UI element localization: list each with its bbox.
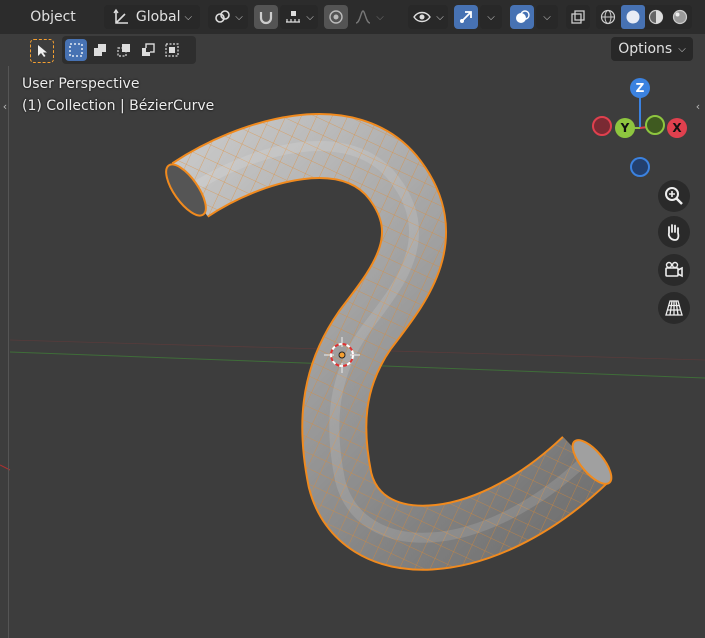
- chevron-down-icon: ⌵: [184, 11, 193, 23]
- eye-icon: [413, 11, 432, 23]
- proportional-editing-icon: [329, 10, 343, 24]
- gizmo-neg-y-axis[interactable]: [645, 115, 665, 135]
- object-mode-label: Object: [30, 9, 76, 25]
- pivot-point-icon: [215, 10, 231, 23]
- overlays-icon: [516, 10, 530, 23]
- select-subtract-button[interactable]: [113, 39, 135, 61]
- material-shading-icon: [648, 9, 664, 25]
- toolbar-region-edge: [8, 66, 9, 638]
- xray-icon: [571, 10, 585, 24]
- proportional-editing-toggle[interactable]: [324, 5, 348, 29]
- xray-toggle[interactable]: [566, 5, 590, 29]
- tweak-tool-button[interactable]: [30, 39, 54, 63]
- gizmo-neg-x-axis[interactable]: [592, 116, 612, 136]
- snap-magnet-icon: [259, 12, 273, 25]
- select-subtract-icon: [117, 44, 130, 57]
- falloff-curve-icon: [355, 10, 371, 24]
- snap-toggle[interactable]: [254, 5, 278, 29]
- options-dropdown[interactable]: Options ⌵: [611, 37, 693, 61]
- shading-mode-group: [596, 5, 692, 29]
- solid-shading-icon: [626, 10, 640, 24]
- toggle-perspective-button[interactable]: [658, 292, 690, 324]
- overlays-dropdown[interactable]: ⌵: [536, 5, 558, 29]
- selection-mode-group: [62, 36, 196, 64]
- gizmo-arrow-icon: [460, 11, 472, 23]
- select-invert-icon: [142, 43, 155, 56]
- rendered-shading-icon: [672, 9, 688, 25]
- zoom-icon: [665, 187, 683, 205]
- bezier-curve-object[interactable]: [159, 113, 618, 571]
- pan-button[interactable]: [658, 216, 690, 248]
- 3d-viewport[interactable]: Object Global ⌵ ⌵ ⌵ ⌵ ⌵ ⌵ ⌵ Options ⌵ ‹ …: [0, 0, 705, 638]
- cursor-arrow-icon: [38, 45, 47, 57]
- select-invert-button[interactable]: [137, 39, 159, 61]
- material-shading-button[interactable]: [646, 7, 666, 27]
- zoom-button[interactable]: [658, 180, 690, 212]
- rendered-shading-button[interactable]: [670, 7, 690, 27]
- transform-orientation-label: Global: [135, 9, 181, 25]
- chevron-down-icon: ⌵: [306, 11, 314, 23]
- select-intersect-button[interactable]: [161, 39, 183, 61]
- snap-target-dropdown[interactable]: ⌵: [280, 5, 318, 29]
- gizmo-x-axis[interactable]: X: [667, 118, 687, 138]
- solid-shading-button[interactable]: [621, 5, 645, 29]
- options-label: Options: [618, 41, 673, 57]
- camera-view-button[interactable]: [658, 254, 690, 286]
- chevron-down-icon: ⌵: [376, 11, 384, 23]
- camera-view-icon: [665, 261, 683, 278]
- chevron-down-icon: ⌵: [487, 11, 495, 23]
- gizmo-z-axis[interactable]: Z: [630, 78, 650, 98]
- visibility-dropdown[interactable]: ⌵: [408, 5, 448, 29]
- select-new-button[interactable]: [65, 39, 87, 61]
- chevron-down-icon: ⌵: [678, 43, 686, 55]
- gizmo-toggle[interactable]: [454, 5, 478, 29]
- chevron-down-icon: ⌵: [543, 11, 551, 23]
- viewport-header: Object Global ⌵ ⌵ ⌵ ⌵ ⌵ ⌵ ⌵: [0, 0, 705, 34]
- select-extend-button[interactable]: [89, 39, 111, 61]
- wireframe-shading-icon: [600, 9, 616, 25]
- hand-pan-icon: [667, 224, 680, 241]
- gizmo-y-axis[interactable]: Y: [615, 118, 635, 138]
- wireframe-shading-button[interactable]: [598, 7, 618, 27]
- select-intersect-icon: [165, 43, 179, 57]
- snap-increment-icon: [286, 11, 301, 23]
- gizmo-dropdown[interactable]: ⌵: [480, 5, 502, 29]
- chevron-down-icon: ⌵: [436, 11, 444, 23]
- view-name-label: User Perspective: [22, 76, 140, 92]
- chevron-down-icon: ⌵: [235, 11, 243, 23]
- collection-label: (1) Collection | BézierCurve: [22, 98, 215, 114]
- gizmo-neg-z-axis[interactable]: [630, 157, 650, 177]
- pivot-point-dropdown[interactable]: ⌵: [208, 5, 248, 29]
- tool-select-group: [22, 36, 60, 64]
- transform-orientation-dropdown[interactable]: Global ⌵: [104, 5, 200, 29]
- overlays-toggle[interactable]: [510, 5, 534, 29]
- select-extend-icon: [94, 44, 106, 56]
- transform-orientation-icon: [113, 8, 128, 24]
- perspective-grid-icon: [665, 300, 683, 316]
- object-mode-menu[interactable]: Object: [22, 5, 84, 29]
- select-new-icon: [69, 43, 83, 57]
- falloff-dropdown[interactable]: ⌵: [350, 5, 388, 29]
